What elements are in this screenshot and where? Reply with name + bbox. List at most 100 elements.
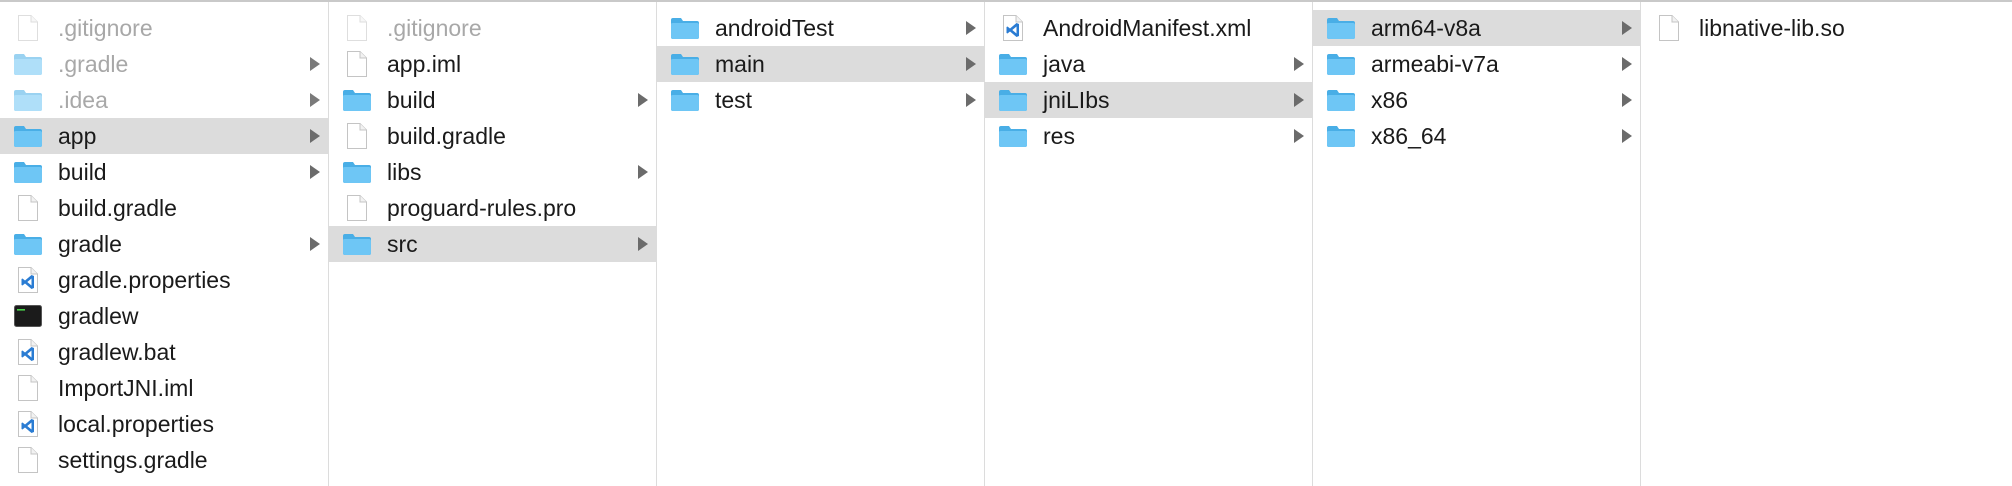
folder-icon (12, 158, 44, 186)
folder-icon (1325, 50, 1357, 78)
file-row[interactable]: .gitignore (329, 10, 656, 46)
column-2[interactable]: .gitignore app.iml build build.gradle libs pr… (329, 2, 657, 486)
item-name: java (1043, 50, 1086, 77)
folder-icon (997, 122, 1029, 150)
disclosure-arrow-icon (310, 57, 320, 71)
folder-row[interactable]: res (985, 118, 1312, 154)
item-name: build.gradle (58, 194, 177, 221)
disclosure-arrow-icon (310, 93, 320, 107)
folder-row[interactable]: java (985, 46, 1312, 82)
folder-icon (997, 86, 1029, 114)
folder-row[interactable]: src (329, 226, 656, 262)
folder-icon (12, 50, 44, 78)
item-name: AndroidManifest.xml (1043, 14, 1252, 41)
folder-row[interactable]: test (657, 82, 984, 118)
folder-row[interactable]: armeabi-v7a (1313, 46, 1640, 82)
file-row[interactable]: libnative-lib.so (1641, 10, 2012, 46)
item-name: jniLIbs (1043, 86, 1110, 113)
file-row[interactable]: build.gradle (329, 118, 656, 154)
disclosure-arrow-icon (1294, 93, 1304, 107)
file-row[interactable]: settings.gradle (0, 442, 328, 478)
disclosure-arrow-icon (966, 21, 976, 35)
file-row[interactable]: app.iml (329, 46, 656, 82)
folder-row[interactable]: x86_64 (1313, 118, 1640, 154)
disclosure-arrow-icon (1622, 93, 1632, 107)
file-row[interactable]: gradlew (0, 298, 328, 334)
item-name: gradlew.bat (58, 338, 176, 365)
item-name: local.properties (58, 410, 214, 437)
folder-row[interactable]: androidTest (657, 10, 984, 46)
folder-icon (12, 86, 44, 114)
folder-row[interactable]: .gradle (0, 46, 328, 82)
column-6[interactable]: libnative-lib.so (1641, 2, 2012, 486)
folder-icon (1325, 86, 1357, 114)
vscode-document-icon (12, 338, 44, 366)
folder-icon (341, 86, 373, 114)
item-name: proguard-rules.pro (387, 194, 577, 221)
disclosure-arrow-icon (310, 165, 320, 179)
item-name: gradle (58, 230, 122, 257)
disclosure-arrow-icon (638, 165, 648, 179)
disclosure-arrow-icon (310, 237, 320, 251)
folder-row[interactable]: libs (329, 154, 656, 190)
folder-row[interactable]: jniLIbs (985, 82, 1312, 118)
file-row[interactable]: proguard-rules.pro (329, 190, 656, 226)
item-name: build.gradle (387, 122, 506, 149)
item-name: .idea (58, 86, 108, 113)
file-row[interactable]: gradlew.bat (0, 334, 328, 370)
document-icon (12, 446, 44, 474)
item-name: main (715, 50, 765, 77)
disclosure-arrow-icon (966, 57, 976, 71)
item-name: armeabi-v7a (1371, 50, 1499, 77)
folder-row[interactable]: x86 (1313, 82, 1640, 118)
folder-icon (997, 50, 1029, 78)
item-name: app.iml (387, 50, 462, 77)
column-1[interactable]: .gitignore .gradle .idea app build build.grad… (0, 2, 329, 486)
item-name: androidTest (715, 14, 834, 41)
folder-icon (1325, 122, 1357, 150)
folder-icon (341, 158, 373, 186)
item-name: build (387, 86, 436, 113)
folder-row[interactable]: .idea (0, 82, 328, 118)
item-name: gradle.properties (58, 266, 231, 293)
folder-icon (669, 50, 701, 78)
document-icon (12, 14, 44, 42)
finder-column-browser: .gitignore .gradle .idea app build build.grad… (0, 0, 2012, 486)
disclosure-arrow-icon (638, 93, 648, 107)
item-name: gradlew (58, 302, 139, 329)
column-4[interactable]: AndroidManifest.xml java jniLIbs res (985, 2, 1313, 486)
folder-row[interactable]: app (0, 118, 328, 154)
folder-row[interactable]: build (0, 154, 328, 190)
item-name: build (58, 158, 107, 185)
folder-icon (12, 230, 44, 258)
folder-row[interactable]: build (329, 82, 656, 118)
item-name: x86_64 (1371, 122, 1447, 149)
folder-icon (669, 14, 701, 42)
file-row[interactable]: build.gradle (0, 190, 328, 226)
item-name: app (58, 122, 97, 149)
folder-row[interactable]: gradle (0, 226, 328, 262)
vscode-document-icon (997, 14, 1029, 42)
file-row[interactable]: gradle.properties (0, 262, 328, 298)
folder-icon (1325, 14, 1357, 42)
item-name: libs (387, 158, 422, 185)
item-name: settings.gradle (58, 446, 208, 473)
item-name: .gradle (58, 50, 129, 77)
folder-row[interactable]: main (657, 46, 984, 82)
column-5[interactable]: arm64-v8a armeabi-v7a x86 x86_64 (1313, 2, 1641, 486)
document-icon (341, 50, 373, 78)
item-name: res (1043, 122, 1075, 149)
item-name: .gitignore (387, 14, 482, 41)
vscode-document-icon (12, 410, 44, 438)
disclosure-arrow-icon (1622, 57, 1632, 71)
disclosure-arrow-icon (1622, 129, 1632, 143)
folder-icon (12, 122, 44, 150)
file-row[interactable]: .gitignore (0, 10, 328, 46)
file-row[interactable]: ImportJNI.iml (0, 370, 328, 406)
file-row[interactable]: AndroidManifest.xml (985, 10, 1312, 46)
file-row[interactable]: local.properties (0, 406, 328, 442)
disclosure-arrow-icon (1294, 129, 1304, 143)
column-3[interactable]: androidTest main test (657, 2, 985, 486)
folder-row[interactable]: arm64-v8a (1313, 10, 1640, 46)
document-icon (12, 374, 44, 402)
